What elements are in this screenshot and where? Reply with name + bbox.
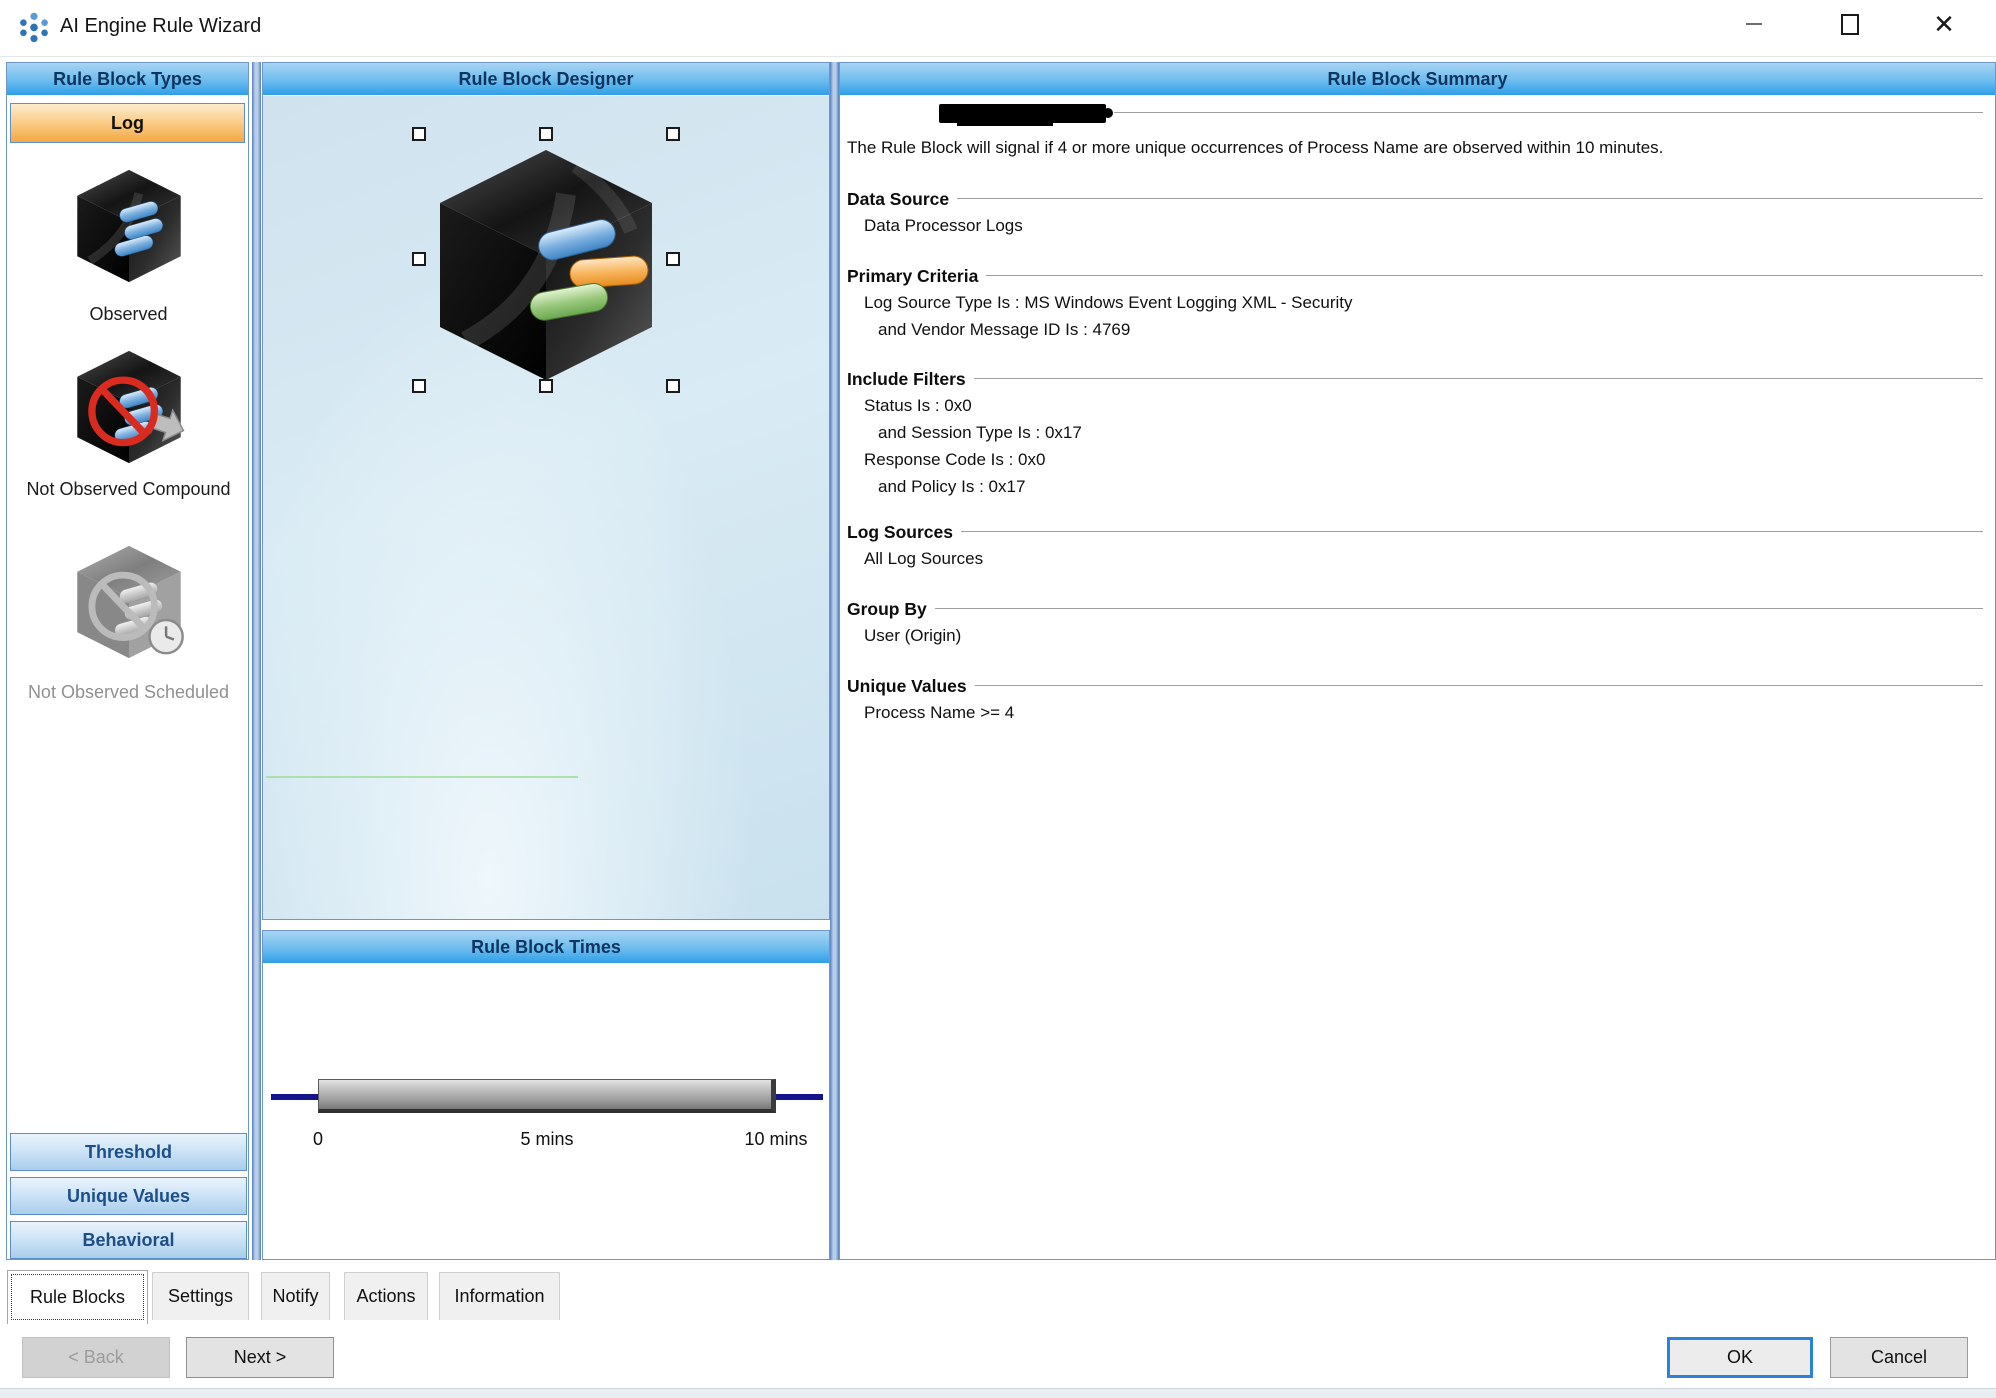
summary-section-data-source: Data Source Data Processor Logs (847, 186, 1983, 239)
section-title: Unique Values (847, 676, 967, 697)
summary-section-primary-criteria: Primary Criteria Log Source Type Is : MS… (847, 263, 1983, 343)
rule-block-designer-header: Rule Block Designer (263, 63, 829, 96)
section-line: All Log Sources (847, 545, 1983, 572)
section-line: Log Source Type Is : MS Windows Event Lo… (847, 289, 1983, 316)
section-line: and Session Type Is : 0x17 (847, 419, 1983, 446)
not-observed-scheduled-cube-icon (70, 539, 188, 661)
summary-intro-text: The Rule Block will signal if 4 or more … (847, 136, 1981, 160)
section-title: Data Source (847, 189, 949, 210)
section-line: Process Name >= 4 (847, 699, 1983, 726)
left-splitter[interactable] (252, 62, 261, 1260)
section-divider (961, 531, 1983, 533)
rule-block-cube[interactable] (426, 136, 666, 386)
section-title: Primary Criteria (847, 266, 978, 287)
selection-handle-mid-left[interactable] (412, 252, 426, 266)
close-icon: ✕ (1933, 11, 1955, 37)
rule-block-summary-header: Rule Block Summary (840, 63, 1995, 96)
close-button[interactable]: ✕ (1922, 6, 1966, 42)
section-title: Log Sources (847, 522, 953, 543)
rule-block-times-header: Rule Block Times (263, 931, 829, 964)
right-splitter[interactable] (830, 62, 839, 1260)
section-line: Data Processor Logs (847, 212, 1983, 239)
not-observed-compound-cube-icon (70, 344, 188, 466)
window-bottom-edge (0, 1388, 1996, 1398)
maximize-icon (1841, 14, 1859, 35)
times-canvas: 0 5 mins 10 mins (263, 964, 829, 1259)
rule-type-not-observed-compound[interactable] (7, 344, 250, 466)
summary-section-include-filters: Include Filters Status Is : 0x0 and Sess… (847, 366, 1983, 500)
section-title: Group By (847, 599, 927, 620)
window-title: AI Engine Rule Wizard (60, 15, 261, 38)
summary-section-group-by: Group By User (Origin) (847, 596, 1983, 649)
section-divider (935, 608, 1983, 610)
selection-handle-bottom-center[interactable] (539, 379, 553, 393)
time-tick-10min: 10 mins (744, 1129, 807, 1150)
rule-block-summary-panel: Rule Block Summary The Rule Block will s… (839, 62, 1996, 1260)
designer-guide-line (266, 776, 578, 778)
tab-settings[interactable]: Settings (152, 1272, 249, 1320)
summary-body: The Rule Block will signal if 4 or more … (840, 96, 1995, 1259)
tab-notify[interactable]: Notify (261, 1272, 330, 1320)
section-line: User (Origin) (847, 622, 1983, 649)
section-title: Include Filters (847, 369, 966, 390)
rule-type-observed[interactable] (7, 163, 250, 285)
time-range-slider[interactable] (318, 1079, 776, 1113)
section-line: Status Is : 0x0 (847, 392, 1983, 419)
tab-information[interactable]: Information (439, 1272, 560, 1320)
minimize-icon (1746, 23, 1762, 25)
time-tick-5min: 5 mins (520, 1129, 573, 1150)
selection-handle-mid-right[interactable] (666, 252, 680, 266)
rule-name-row (847, 103, 1983, 123)
selection-handle-bottom-right[interactable] (666, 379, 680, 393)
group-button-threshold[interactable]: Threshold (10, 1133, 247, 1171)
maximize-button[interactable] (1828, 6, 1872, 42)
section-divider (986, 275, 1983, 277)
group-button-log[interactable]: Log (10, 103, 245, 143)
title-bar: AI Engine Rule Wizard ✕ (0, 0, 1996, 57)
ai-engine-rule-wizard-window: AI Engine Rule Wizard ✕ Rule Block Types… (0, 0, 1996, 1398)
designer-canvas[interactable] (263, 96, 829, 919)
cancel-button[interactable]: Cancel (1830, 1337, 1968, 1378)
selection-handle-top-right[interactable] (666, 127, 680, 141)
group-button-behavioral[interactable]: Behavioral (10, 1221, 247, 1259)
observed-cube-icon (70, 163, 188, 285)
log-rule-block-cube-icon (426, 136, 666, 386)
next-button[interactable]: Next > (186, 1337, 334, 1378)
ok-button[interactable]: OK (1667, 1337, 1813, 1378)
tab-rule-blocks[interactable]: Rule Blocks (7, 1270, 148, 1324)
section-divider (975, 685, 1983, 687)
time-tick-0: 0 (313, 1129, 323, 1150)
section-divider (974, 378, 1983, 380)
redacted-rule-name (939, 104, 1106, 123)
selection-handle-top-center[interactable] (539, 127, 553, 141)
section-line: and Policy Is : 0x17 (847, 473, 1983, 500)
section-line: Response Code Is : 0x0 (847, 446, 1983, 473)
selection-handle-bottom-left[interactable] (412, 379, 426, 393)
minimize-button[interactable] (1732, 6, 1776, 42)
section-divider (1114, 112, 1983, 114)
rule-block-types-header: Rule Block Types (7, 63, 248, 96)
group-button-unique-values[interactable]: Unique Values (10, 1177, 247, 1215)
rule-type-observed-label: Observed (7, 303, 250, 325)
section-divider (957, 198, 1983, 200)
back-button[interactable]: < Back (22, 1337, 170, 1378)
rule-type-not-observed-scheduled[interactable] (7, 539, 250, 661)
rule-block-designer-panel: Rule Block Designer (262, 62, 830, 920)
summary-section-log-sources: Log Sources All Log Sources (847, 519, 1983, 572)
rule-block-times-panel: Rule Block Times 0 5 mins 10 mins (262, 930, 830, 1260)
tab-actions[interactable]: Actions (344, 1272, 428, 1320)
rule-type-not-observed-compound-label: Not Observed Compound (7, 478, 250, 500)
rule-type-not-observed-scheduled-label: Not Observed Scheduled (7, 681, 250, 703)
summary-section-unique-values: Unique Values Process Name >= 4 (847, 673, 1983, 726)
selection-handle-top-left[interactable] (412, 127, 426, 141)
rule-block-types-panel: Rule Block Types Log Observed (6, 62, 249, 1260)
section-line: and Vendor Message ID Is : 4769 (847, 316, 1983, 343)
logrhythm-logo-icon (16, 10, 52, 46)
